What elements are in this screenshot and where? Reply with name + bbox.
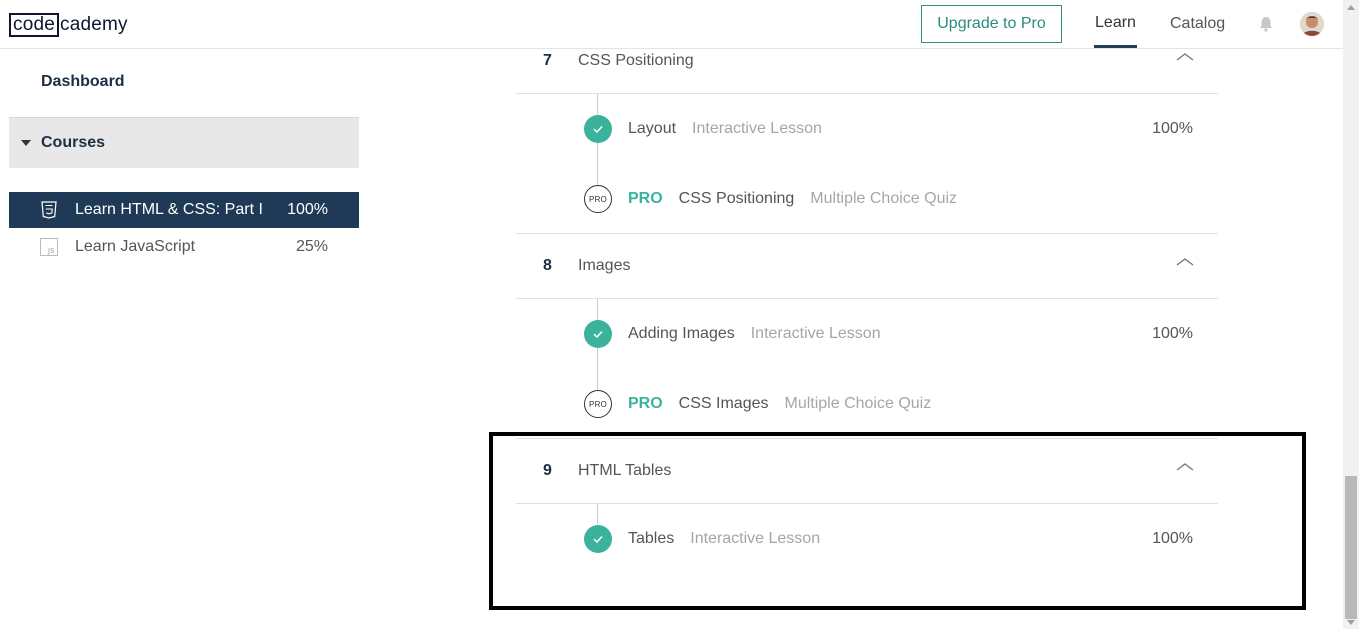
courses-toggle[interactable]: Courses	[9, 117, 359, 168]
course-item-javascript[interactable]: JS Learn JavaScript 25%	[9, 229, 359, 265]
check-icon	[584, 115, 612, 143]
html5-icon	[40, 201, 58, 219]
check-icon	[584, 320, 612, 348]
section-number: 8	[543, 257, 552, 274]
lesson-name: Layout	[628, 120, 677, 137]
course-item-html-css[interactable]: Learn HTML & CSS: Part I 100%	[9, 192, 359, 228]
js-icon: JS	[40, 238, 58, 256]
caret-down-icon	[21, 140, 31, 146]
course-name: Learn HTML & CSS: Part I	[75, 201, 263, 218]
logo-cademy: cademy	[60, 14, 128, 35]
lesson-type: Multiple Choice Quiz	[810, 190, 958, 207]
lesson-type: Interactive Lesson	[692, 120, 822, 137]
user-avatar[interactable]	[1300, 12, 1324, 36]
timeline-line	[597, 299, 598, 402]
lesson-progress: 100%	[1152, 120, 1193, 137]
pro-badge-icon: PRO	[584, 185, 612, 213]
course-name: Learn JavaScript	[75, 238, 196, 255]
top-header: code cademy Upgrade to Pro Learn Catalog	[0, 0, 1343, 49]
lesson-progress: 100%	[1152, 325, 1193, 342]
course-progress: 25%	[295, 238, 328, 255]
lesson-name: Adding Images	[628, 325, 735, 342]
lesson-row[interactable]: Adding Images Interactive Lesson 100%	[584, 319, 1218, 349]
divider	[516, 93, 1218, 94]
section-title: Images	[578, 257, 631, 274]
bell-icon[interactable]	[1257, 15, 1275, 33]
course-progress: 100%	[287, 201, 328, 218]
lesson-type: Interactive Lesson	[750, 325, 881, 342]
nav-learn-link[interactable]: Learn	[1094, 0, 1137, 48]
courses-label: Courses	[41, 134, 106, 151]
lesson-name: CSS Images	[678, 395, 769, 412]
codecademy-logo[interactable]: code cademy	[9, 12, 128, 38]
timeline-line	[597, 94, 598, 197]
highlight-box	[489, 432, 1306, 610]
lesson-type: Multiple Choice Quiz	[784, 395, 932, 412]
section-title: CSS Positioning	[578, 52, 694, 69]
pro-tag: PRO	[628, 190, 663, 207]
logo-code-box: code	[9, 13, 60, 37]
pro-tag: PRO	[628, 395, 663, 412]
scroll-down-arrow-icon[interactable]	[1347, 620, 1355, 625]
avatar-image	[1300, 12, 1324, 36]
dashboard-link[interactable]: Dashboard	[41, 73, 125, 91]
section-number: 7	[543, 52, 552, 69]
nav-catalog-link[interactable]: Catalog	[1170, 0, 1225, 48]
lesson-row[interactable]: Layout Interactive Lesson 100%	[584, 114, 1218, 144]
lesson-row[interactable]: PRO PRO CSS Positioning Multiple Choice …	[584, 184, 1218, 214]
upgrade-to-pro-button[interactable]: Upgrade to Pro	[921, 5, 1062, 43]
scrollbar-thumb[interactable]	[1345, 476, 1357, 619]
divider	[516, 233, 1218, 234]
divider	[516, 298, 1218, 299]
pro-badge-icon: PRO	[584, 390, 612, 418]
svg-text:JS: JS	[47, 247, 55, 255]
scroll-up-arrow-icon[interactable]	[1347, 5, 1355, 10]
chevron-up-icon[interactable]	[1176, 52, 1194, 62]
lesson-row[interactable]: PRO PRO CSS Images Multiple Choice Quiz	[584, 389, 1218, 419]
chevron-up-icon[interactable]	[1176, 257, 1194, 267]
lesson-name: CSS Positioning	[678, 190, 795, 207]
section-header-8[interactable]: 8 Images	[516, 243, 1218, 289]
